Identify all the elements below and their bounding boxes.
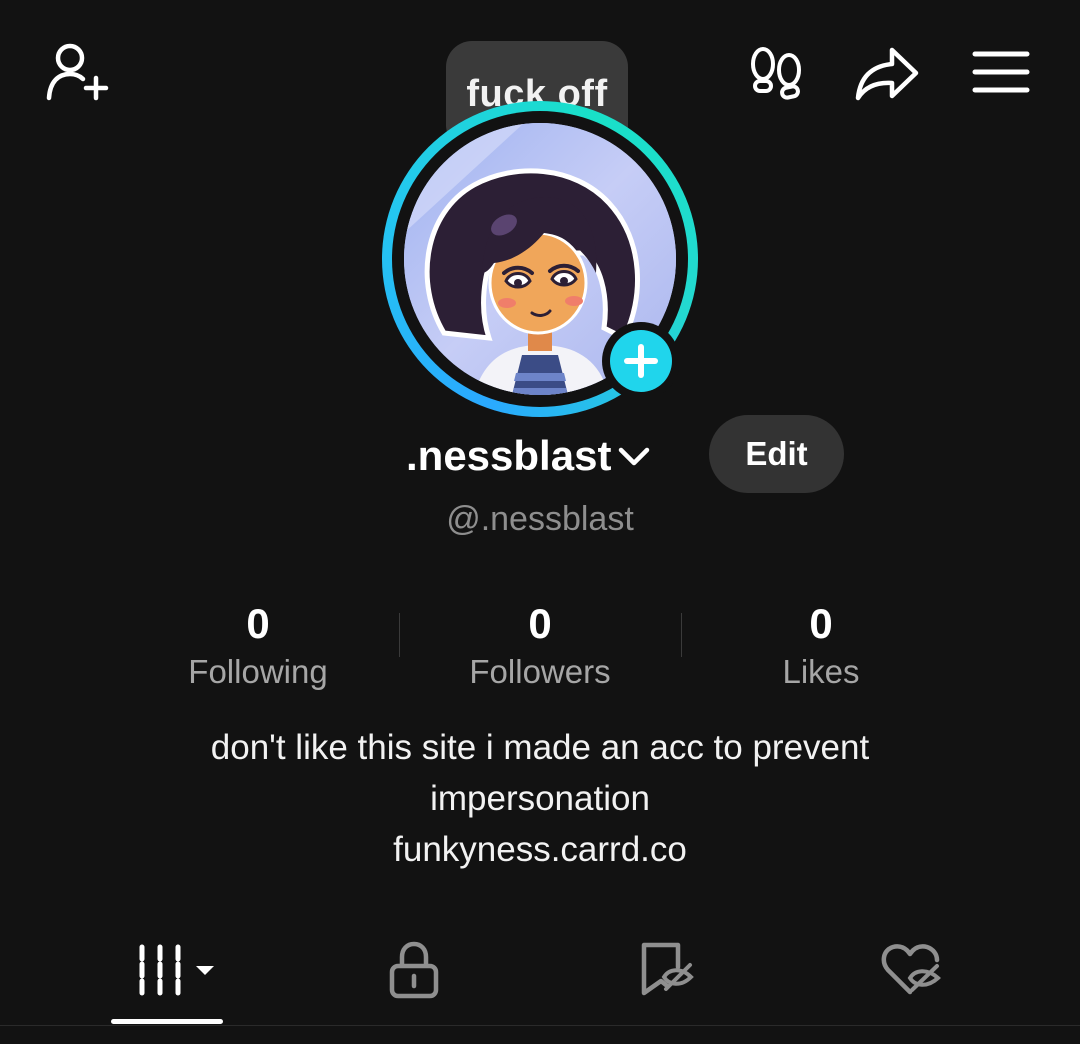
plus-icon — [624, 344, 658, 378]
following-count: 0 — [246, 600, 270, 647]
hidden-favorites-icon — [641, 942, 694, 996]
bio: don't like this site i made an acc to pr… — [100, 722, 980, 875]
tab-divider — [0, 1025, 1080, 1026]
followers-stat[interactable]: 0 Followers — [420, 598, 660, 694]
bio-link[interactable]: funkyness.carrd.co — [100, 824, 980, 875]
following-label: Following — [188, 653, 328, 690]
share-icon — [855, 47, 919, 101]
tab-favorites[interactable] — [566, 930, 766, 1010]
display-name: .nessblast — [406, 432, 612, 479]
tab-private[interactable] — [314, 930, 514, 1010]
tab-videos[interactable] — [78, 930, 278, 1010]
chevron-down-icon — [619, 447, 650, 466]
add-friend-button[interactable] — [44, 40, 114, 104]
menu-button[interactable] — [972, 50, 1030, 94]
lock-icon — [389, 941, 439, 999]
followers-label: Followers — [469, 653, 611, 690]
followers-count: 0 — [528, 600, 552, 647]
share-button[interactable] — [854, 44, 922, 104]
account-switcher[interactable]: .nessblast — [406, 426, 651, 486]
following-stat[interactable]: 0 Following — [138, 598, 378, 694]
stat-divider — [399, 613, 400, 657]
add-friend-icon — [46, 43, 109, 101]
videos-grid-icon — [139, 944, 214, 996]
bio-line: don't like this site i made an acc to pr… — [210, 728, 870, 767]
add-story-button[interactable] — [602, 322, 680, 400]
caret-down-icon — [196, 966, 214, 975]
username-handle: @.nessblast — [446, 500, 634, 538]
add-story-badge — [610, 330, 672, 392]
bio-line: impersonation — [430, 779, 650, 818]
likes-count: 0 — [809, 600, 833, 647]
profile-views-button[interactable] — [747, 46, 807, 102]
footprints-icon — [751, 47, 801, 100]
tab-liked[interactable] — [812, 930, 1012, 1010]
likes-label: Likes — [782, 653, 860, 690]
active-tab-indicator — [111, 1019, 223, 1024]
likes-stat[interactable]: 0 Likes — [701, 598, 941, 694]
stat-divider — [681, 613, 682, 657]
hidden-liked-icon — [881, 944, 941, 995]
menu-icon — [972, 51, 1030, 93]
edit-profile-button[interactable]: Edit — [709, 415, 844, 493]
